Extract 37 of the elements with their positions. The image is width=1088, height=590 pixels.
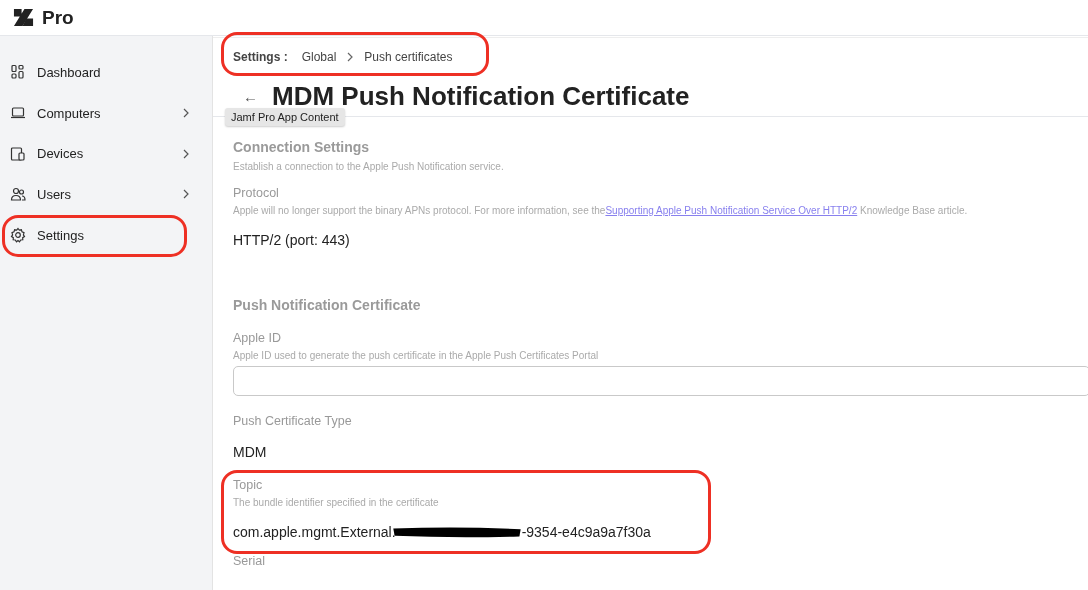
nav-item[interactable]: Dashboard — [0, 52, 212, 93]
nav-item[interactable]: Computers — [0, 92, 212, 134]
section-title: Push Notification Certificate — [233, 297, 422, 313]
field-value: -9354-e4c9a9a7f30a — [521, 524, 651, 540]
logo-icon — [13, 7, 34, 28]
field-label: Apple ID — [233, 331, 282, 345]
tooltip: Jamf Pro App Content — [225, 108, 345, 126]
nav-item[interactable]: Devices — [0, 133, 212, 175]
chevron-icon — [346, 51, 355, 63]
field-help-text: Apple will no longer support the binary APNs protocol. For more information, see theSupporting Apple Push Notification Service Over HTTP/2 Knowledge Base article. — [233, 205, 969, 216]
chevron-icon — [182, 107, 190, 120]
users-icon — [10, 186, 26, 203]
field-help-text: The bundle identifier specified in the certificate — [233, 497, 440, 508]
product-name: Pro — [42, 6, 74, 29]
field-help-text: Apple ID used to generate the push certificate in the Apple Push Certificates Portal — [233, 350, 600, 361]
knowledge-base-link[interactable]: Supporting Apple Push Notification Service Over HTTP/2 — [605, 205, 858, 216]
back-button[interactable]: ← — [243, 87, 258, 105]
apple-id-field[interactable] — [233, 366, 1088, 396]
grid-icon — [10, 64, 26, 81]
field-label: Push Certificate Type — [233, 414, 353, 428]
nav-item[interactable]: Settings — [0, 214, 212, 256]
section-description: Establish a connection to the Apple Push Notification service. — [233, 161, 505, 172]
field-label: Serial — [233, 554, 266, 568]
nav-item[interactable]: Users — [0, 174, 212, 215]
section-title: Connection Settings — [233, 139, 371, 155]
chevron-icon — [182, 188, 190, 201]
settings-icon — [10, 227, 26, 244]
breadcrumb-root: Settings : — [233, 50, 288, 64]
breadcrumb-link[interactable]: Push certificates — [364, 50, 453, 64]
field-label: Protocol — [233, 186, 280, 200]
breadcrumb-link[interactable]: Global — [301, 50, 337, 64]
field-value: HTTP/2 (port: 443) — [233, 232, 351, 248]
devices-icon — [10, 145, 26, 162]
field-value: MDM — [233, 444, 268, 460]
field-value: com.apple.mgmt.External. — [233, 524, 396, 540]
field-label: Topic — [233, 478, 264, 492]
chevron-icon — [182, 147, 190, 160]
